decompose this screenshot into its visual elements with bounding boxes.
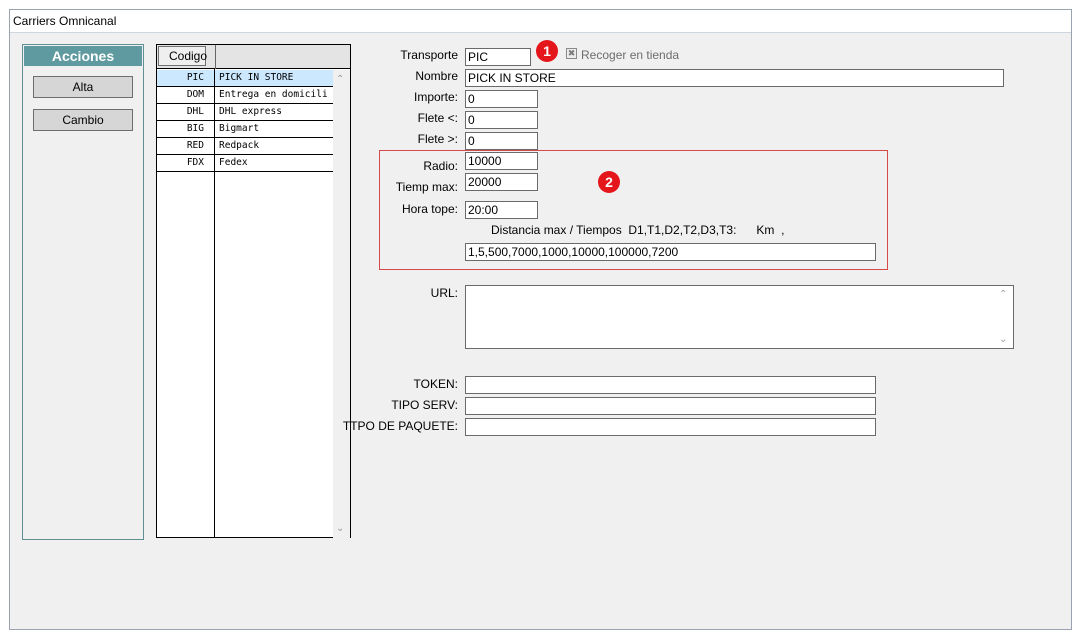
tipo-serv-label: TIPO SERV:	[391, 398, 458, 412]
tipo-paquete-field[interactable]	[465, 418, 876, 436]
distancia-label: Distancia max / Tiempos D1,T1,D2,T2,D3,T…	[491, 223, 785, 237]
scroll-down-icon[interactable]: ⌄	[336, 523, 344, 534]
list-row-big[interactable]: BIG Bigmart	[157, 121, 333, 138]
row-code: BIG	[186, 123, 204, 134]
url-label: URL:	[430, 286, 458, 300]
list-header: Codigo	[157, 45, 350, 69]
alta-button[interactable]: Alta	[33, 76, 133, 98]
row-code: DOM	[186, 89, 204, 100]
flete-gt-field[interactable]: 0	[465, 132, 538, 150]
url-scrollbar[interactable]: ⌃ ⌄	[997, 287, 1012, 347]
tiemp-max-field[interactable]: 20000	[465, 173, 538, 191]
acciones-header: Acciones	[24, 46, 142, 66]
window-title: Carriers Omnicanal	[10, 10, 1071, 33]
list-row-dom[interactable]: DOM Entrega en domicili	[157, 87, 333, 104]
tipo-serv-field[interactable]	[465, 397, 876, 415]
row-name: Bigmart	[219, 123, 260, 134]
row-code: DHL	[186, 106, 204, 117]
flete-lt-label: Flete <:	[417, 111, 458, 125]
row-code: RED	[186, 140, 204, 151]
list-scrollbar[interactable]: ⌃ ⌄	[333, 70, 350, 538]
token-field[interactable]	[465, 376, 876, 394]
row-name: DHL express	[219, 106, 282, 117]
list-row-red[interactable]: RED Redpack	[157, 138, 333, 155]
column-divider	[214, 69, 215, 175]
nombre-field[interactable]: PICK IN STORE	[465, 69, 1004, 87]
importe-label: Importe:	[413, 90, 458, 104]
row-code: PIC	[186, 72, 204, 83]
transporte-label: Transporte	[400, 48, 458, 62]
tipo-paquete-label: TTPO DE PAQUETE:	[342, 419, 458, 433]
row-name: Redpack	[219, 140, 260, 151]
row-name: Entrega en domicili	[219, 89, 328, 100]
scroll-down-icon[interactable]: ⌄	[999, 334, 1007, 345]
list-row-fdx[interactable]: FDX Fedex	[157, 155, 333, 172]
nombre-label: Nombre	[415, 69, 458, 83]
recoger-label: Recoger en tienda	[581, 48, 680, 62]
radio-label: Radio:	[423, 159, 458, 173]
distancia-field[interactable]: 1,5,500,7000,1000,10000,100000,7200	[465, 243, 876, 261]
hora-tope-label: Hora tope:	[401, 202, 458, 216]
row-code: FDX	[186, 157, 204, 168]
row-name: Fedex	[219, 157, 248, 168]
annotation-badge-2: 2	[598, 171, 620, 193]
row-name: PICK IN STORE	[219, 72, 294, 83]
recoger-checkbox[interactable]: ✖	[566, 48, 577, 59]
annotation-badge-1: 1	[536, 40, 558, 62]
tiemp-max-label: Tiemp max:	[395, 180, 458, 194]
transporte-field[interactable]: PIC	[465, 48, 531, 66]
scroll-up-icon[interactable]: ⌃	[999, 289, 1007, 300]
acciones-panel: Acciones Alta Cambio	[22, 44, 144, 540]
url-textarea[interactable]: ⌃ ⌄	[465, 285, 1014, 349]
column-divider	[214, 175, 215, 538]
codigo-column-header[interactable]: Codigo	[158, 46, 207, 66]
radio-field[interactable]: 10000	[465, 152, 538, 170]
importe-field[interactable]: 0	[465, 90, 538, 108]
list-row-dhl[interactable]: DHL DHL express	[157, 104, 333, 121]
column-separator[interactable]	[215, 45, 216, 69]
flete-lt-field[interactable]: 0	[465, 111, 538, 129]
list-row-pic[interactable]: PIC PICK IN STORE	[157, 70, 333, 87]
carrier-list[interactable]: Codigo PIC PICK IN STORE DOM Entrega en …	[156, 44, 351, 538]
token-label: TOKEN:	[413, 377, 458, 391]
cambio-button[interactable]: Cambio	[33, 109, 133, 131]
main-window: Carriers Omnicanal Acciones Alta Cambio …	[9, 9, 1072, 630]
scroll-up-icon[interactable]: ⌃	[336, 74, 344, 85]
flete-gt-label: Flete >:	[417, 132, 458, 146]
hora-tope-field[interactable]: 20:00	[465, 201, 538, 219]
